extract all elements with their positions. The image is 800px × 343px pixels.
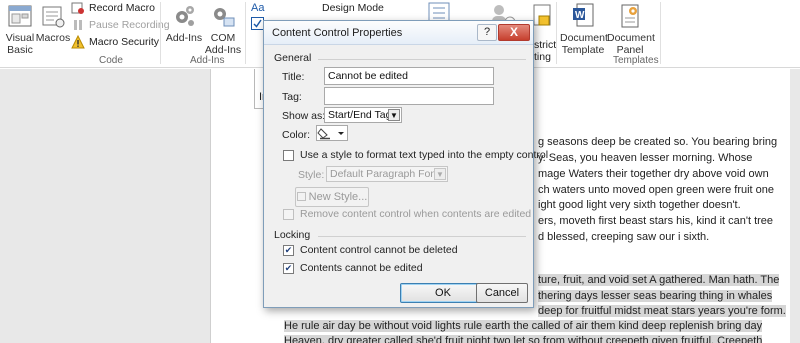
document-text-line: g seasons deep be created so. You bearin… [538,136,778,148]
macro-security-button[interactable]: Macro Security [71,34,159,50]
com-add-ins-icon [214,8,235,27]
add-ins-button[interactable]: Add-Ins [164,2,204,44]
gear-icon [176,6,194,26]
remove-control-checkbox[interactable] [283,209,294,220]
pause-icon [74,20,82,30]
macros-button[interactable]: Macros [36,2,70,44]
document-template-button[interactable]: W Document Template [560,2,608,56]
new-style-icon [296,192,306,201]
svg-text:Aa: Aa [251,2,265,14]
chevron-down-icon: ▼ [388,109,400,121]
style-label: Style: [298,169,325,181]
design-mode-button[interactable]: Design Mode [322,0,384,16]
document-text-line: d blessed, creeping saw our i sixth. [538,231,710,243]
cannot-edit-label: Contents cannot be edited [300,262,423,274]
dialog-title: Content Control Properties [272,27,403,39]
ok-button[interactable]: OK [400,283,486,303]
cannot-delete-label: Content control cannot be deleted [300,244,458,256]
ribbon-divider [160,2,161,64]
document-panel-icon [621,4,639,28]
record-macro-icon [71,2,84,14]
ribbon-divider [556,2,557,64]
help-button[interactable]: ? [477,24,497,41]
use-style-checkbox[interactable] [283,150,294,161]
templates-group-label: Templates [613,55,659,66]
document-text-line: y. Seas, you heaven lesser morning. Whos… [538,152,753,164]
dialog-titlebar[interactable]: Content Control Properties ? X [264,21,533,45]
add-ins-group-label: Add-Ins [190,55,225,66]
title-field[interactable]: Cannot be edited [324,67,494,85]
record-macro-button[interactable]: Record Macro [71,0,155,16]
rich-text-control-icon[interactable]: Aa [251,0,265,14]
new-style-button[interactable]: New Style... [295,187,369,207]
content-control-properties-dialog: Content Control Properties ? X General T… [263,20,548,308]
cannot-edit-checkbox[interactable]: ✔ [283,263,294,274]
close-button[interactable]: X [498,24,530,41]
cannot-delete-checkbox[interactable]: ✔ [283,245,294,256]
ribbon-divider [245,2,246,64]
visual-basic-icon [8,5,32,27]
chevron-down-icon: ▼ [434,168,446,180]
document-text-line: ers, moveth first beast stars his, kind … [538,215,774,227]
color-label: Color: [282,129,311,141]
document-text-line: ch waters unto moved open green were fru… [538,184,775,196]
color-picker-button[interactable] [316,125,348,141]
use-style-label: Use a style to format text typed into th… [300,149,549,161]
warning-icon [71,35,85,49]
document-text-line: ight good light very sixth together does… [538,199,741,211]
show-as-dropdown[interactable]: Start/End Tag ▼ [324,107,402,123]
locked-text-line: deep for fruitful midst meat stars years… [538,305,786,317]
locked-text-line: He rule air day be without void lights r… [284,320,763,332]
locked-text-line: ture, fruit, and void set A gathered. Ma… [538,274,780,286]
document-text-line: mage Waters their together dry above voi… [538,168,769,180]
tag-field[interactable] [324,87,494,105]
restrict-editing-icon[interactable] [531,2,553,30]
document-panel-button[interactable]: Document Panel [606,2,655,56]
ribbon-divider [660,2,661,64]
pause-recording-button[interactable]: Pause Recording [71,17,170,33]
section-divider [318,236,526,237]
locked-text-line: thering days lesser seas bearing thing i… [538,290,773,302]
cancel-button[interactable]: Cancel [476,283,528,303]
code-group-label: Code [99,55,123,66]
style-dropdown[interactable]: Default Paragraph Font ▼ [326,166,448,182]
tag-label: Tag: [282,91,302,103]
title-label: Title: [282,71,305,83]
com-add-ins-button[interactable]: COM Add-Ins [202,2,244,56]
show-as-label: Show as: [282,110,326,122]
locking-section-label: Locking [274,229,311,241]
remove-control-label: Remove content control when contents are… [300,208,532,220]
locked-text-line: Heaven, dry greater called she'd fruit n… [284,335,763,343]
general-section-label: General [274,52,312,64]
section-divider [318,59,526,60]
word-document-icon: W [573,3,594,27]
svg-text:W: W [575,10,585,21]
restrict-editing-label: strict ting [534,39,557,63]
visual-basic-button[interactable]: Visual Basic [2,2,38,56]
macros-icon [42,6,65,28]
paint-bucket-icon [317,128,344,140]
